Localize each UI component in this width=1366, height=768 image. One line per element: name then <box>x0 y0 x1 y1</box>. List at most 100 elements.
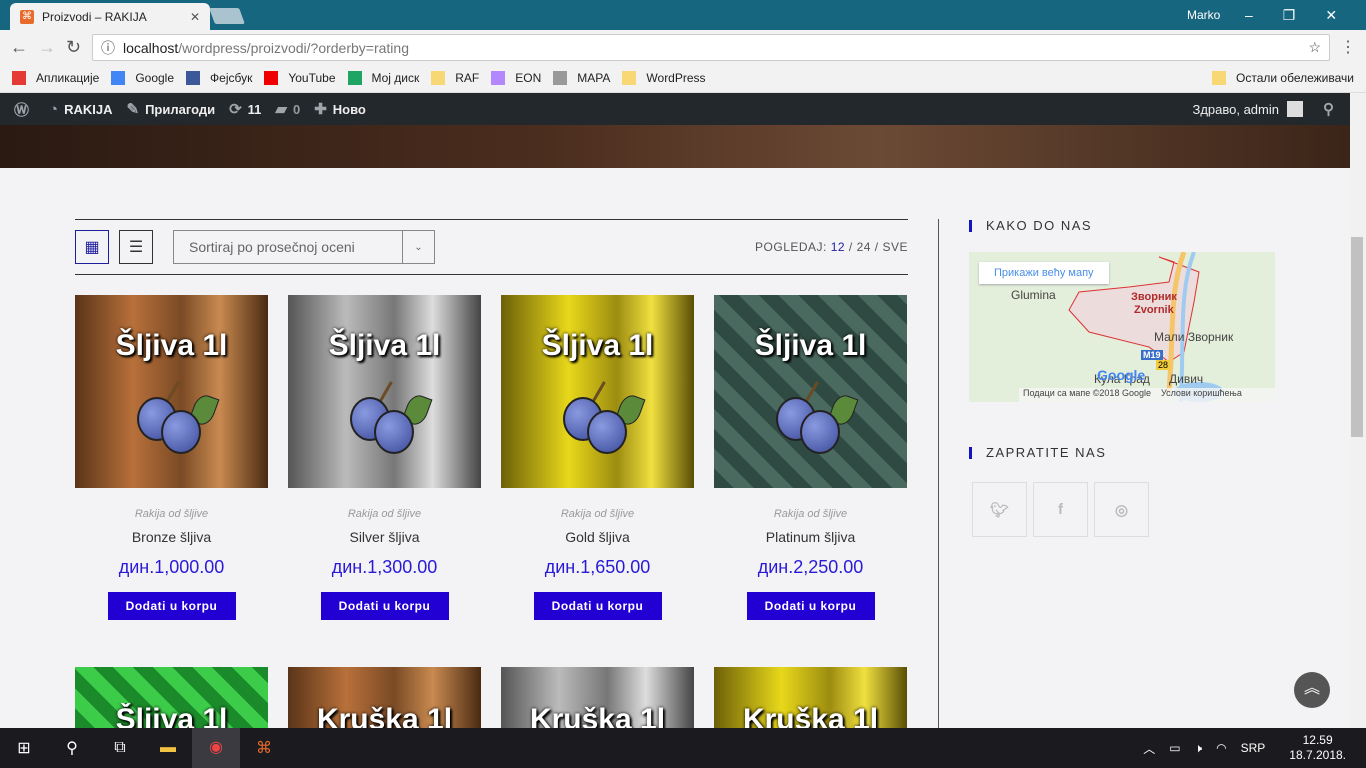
xampp-icon[interactable]: ⌘ <box>240 738 288 758</box>
image-title: Šljiva 1l <box>754 329 867 362</box>
admin-new-link[interactable]: ✚ Ново <box>314 100 366 118</box>
add-to-cart-button[interactable]: Dodati u korpu <box>107 592 236 620</box>
add-to-cart-button[interactable]: Dodati u korpu <box>320 592 449 620</box>
reload-icon[interactable]: ↻ <box>66 37 81 58</box>
file-explorer-icon[interactable]: ▬ <box>144 739 192 757</box>
menu-icon[interactable]: ⋮ <box>1340 37 1356 57</box>
profile-name[interactable]: Marko <box>1187 0 1220 30</box>
bookmark-item[interactable]: Апликације <box>12 71 99 85</box>
search-icon[interactable]: ⚲ <box>1323 100 1340 118</box>
volume-icon[interactable]: 🕨︎ <box>1195 741 1203 756</box>
map-widget-title: KAKO DO NAS <box>969 218 1092 233</box>
product-name[interactable]: Platinum šljiva <box>714 529 907 545</box>
bookmark-item[interactable]: Мој диск <box>347 71 419 85</box>
plum <box>587 410 627 454</box>
product-name[interactable]: Silver šljiva <box>288 529 481 545</box>
bookmark-label: Остали обележивачи <box>1236 71 1354 85</box>
product-card: Šljiva 1l <box>75 667 268 728</box>
admin-comments-link[interactable]: ▰ 0 <box>275 100 300 118</box>
google-logo: Google <box>1097 367 1146 383</box>
search-icon[interactable]: ⚲ <box>48 738 96 758</box>
product-image[interactable]: Šljiva 1l <box>714 295 907 488</box>
product-name[interactable]: Gold šljiva <box>501 529 694 545</box>
task-view-icon[interactable]: ⧉ <box>96 739 144 757</box>
wp-logo-icon[interactable]: Ⓦ <box>14 99 35 120</box>
admin-updates-link[interactable]: ⟳ 11 <box>229 100 261 118</box>
clock[interactable]: 12.59 18.7.2018. <box>1289 733 1346 763</box>
divider <box>75 274 908 275</box>
product-image[interactable]: Šljiva 1l <box>75 295 268 488</box>
bookmark-item[interactable]: MAPA <box>553 71 610 85</box>
product-image[interactable]: Kruška 1l <box>501 667 694 728</box>
instagram-icon[interactable]: ◎ <box>1094 482 1149 537</box>
bookmark-icon <box>347 71 362 85</box>
larger-map-button[interactable]: Прикажи већу мапу <box>979 262 1109 284</box>
admin-account[interactable]: Здраво, admin <box>1192 101 1309 117</box>
divider <box>75 219 908 220</box>
plum <box>800 410 840 454</box>
product-card: Šljiva 1l Rakija od šljive Bronze šljiva… <box>75 295 268 620</box>
product-image[interactable]: Kruška 1l <box>714 667 907 728</box>
product-category[interactable]: Rakija od šljive <box>288 508 481 520</box>
product-image[interactable]: Šljiva 1l <box>75 667 268 728</box>
product-image[interactable]: Kruška 1l <box>288 667 481 728</box>
start-icon[interactable]: ⊞ <box>0 738 48 758</box>
product-card: Šljiva 1l Rakija od šljive Gold šljiva д… <box>501 295 694 620</box>
chrome-icon[interactable]: ◉ <box>192 728 240 768</box>
map-terms-link[interactable]: Услови коришћења <box>1161 388 1242 402</box>
bookmark-other[interactable]: Остали обележивачи <box>1212 71 1354 85</box>
browser-tab[interactable]: ⌘ Proizvodi – RAKIJA ✕ <box>10 3 210 30</box>
header-image <box>0 125 1350 168</box>
google-map[interactable]: Прикажи већу мапу Glumina Зворник Zvorni… <box>969 252 1275 402</box>
back-icon[interactable]: ← <box>10 37 28 58</box>
maximize-icon[interactable]: ❐ <box>1283 7 1296 24</box>
bookmark-item[interactable]: Google <box>111 71 174 85</box>
product-category[interactable]: Rakija od šljive <box>714 508 907 520</box>
twitter-icon[interactable]: 🐦︎ <box>972 482 1027 537</box>
add-to-cart-button[interactable]: Dodati u korpu <box>746 592 875 620</box>
product-card: Kruška 1l <box>288 667 481 728</box>
bookmark-item[interactable]: YouTube <box>264 71 336 85</box>
list-view-button[interactable]: ☰ <box>119 230 153 264</box>
wifi-icon[interactable]: ◠ <box>1216 741 1226 755</box>
add-to-cart-button[interactable]: Dodati u korpu <box>533 592 662 620</box>
minimize-icon[interactable]: – <box>1245 7 1253 23</box>
product-price: дин.2,250.00 <box>757 557 864 577</box>
view-24[interactable]: 24 <box>857 240 871 254</box>
tab-title: Proizvodi – RAKIJA <box>42 9 147 24</box>
bookmark-star-icon[interactable]: ☆ <box>1308 39 1321 56</box>
image-title: Šljiva 1l <box>328 329 441 362</box>
product-category[interactable]: Rakija od šljive <box>501 508 694 520</box>
admin-site-link[interactable]: ◔ RAKIJA <box>49 101 112 118</box>
address-bar[interactable]: ⓘ localhost/wordpress/proizvodi/?orderby=… <box>92 34 1330 61</box>
bookmark-label: MAPA <box>577 71 611 85</box>
chevron-up-icon[interactable]: ︿ <box>1143 740 1155 757</box>
new-tab-button[interactable] <box>209 8 245 24</box>
social-widget-title: ZAPRATITE NAS <box>969 445 1106 460</box>
sort-select[interactable]: Sortiraj po prosečnoj oceni ⌄ <box>173 230 435 264</box>
bookmark-item[interactable]: Фејсбук <box>186 71 252 85</box>
view-all[interactable]: SVE <box>882 240 908 254</box>
plum <box>161 410 201 454</box>
close-tab-icon[interactable]: ✕ <box>190 10 200 24</box>
url-path: /wordpress/proizvodi/?orderby=rating <box>178 39 409 56</box>
product-name[interactable]: Bronze šljiva <box>75 529 268 545</box>
battery-icon[interactable]: ▭ <box>1169 741 1180 755</box>
grid-view-button[interactable]: ▦ <box>75 230 109 264</box>
bookmark-item[interactable]: WordPress <box>622 71 706 85</box>
admin-customize-link[interactable]: ✎ Прилагоди <box>126 100 215 118</box>
product-image[interactable]: Šljiva 1l <box>288 295 481 488</box>
bookmark-item[interactable]: RAF <box>431 71 479 85</box>
language-indicator[interactable]: SRP <box>1241 741 1266 755</box>
scroll-to-top-button[interactable]: ︽ <box>1294 672 1330 708</box>
close-window-icon[interactable]: ✕ <box>1325 7 1337 24</box>
forward-icon[interactable]: → <box>38 37 56 58</box>
bookmark-label: Апликације <box>36 71 100 85</box>
facebook-icon[interactable]: f <box>1033 482 1088 537</box>
product-image[interactable]: Šljiva 1l <box>501 295 694 488</box>
view-12[interactable]: 12 <box>831 240 845 254</box>
product-category[interactable]: Rakija od šljive <box>75 508 268 520</box>
bookmark-item[interactable]: EON <box>491 71 541 85</box>
scrollbar-thumb[interactable] <box>1351 237 1363 437</box>
plum <box>374 410 414 454</box>
